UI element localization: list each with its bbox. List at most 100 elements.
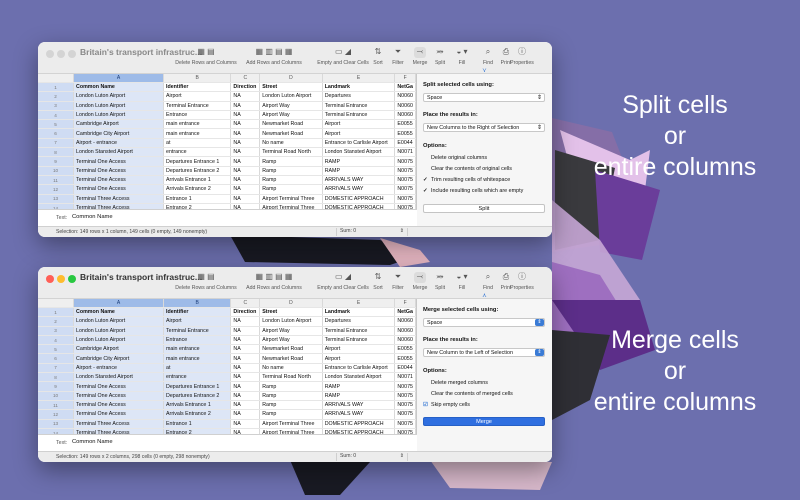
table-cell[interactable]: NA	[230, 363, 261, 374]
column-header-a[interactable]: A	[73, 299, 165, 308]
row-number[interactable]: 4	[38, 335, 75, 346]
column-header-c[interactable]: C	[230, 74, 261, 83]
checkbox-checked-icon[interactable]: ☑	[423, 402, 431, 408]
table-cell[interactable]: Ramp	[259, 381, 323, 392]
table-row[interactable]: 5 Cambridge Airport main entrance NA Newmark…	[38, 344, 416, 355]
close-button[interactable]	[46, 275, 54, 283]
row-number[interactable]: 7	[38, 138, 75, 149]
table-cell[interactable]: Airport	[163, 91, 232, 102]
table-cell[interactable]: NA	[230, 344, 261, 355]
table-cell[interactable]: Terminal Three Access	[73, 419, 165, 429]
corner-cell[interactable]	[38, 299, 75, 308]
option-delete-merged[interactable]: Delete merged columns	[423, 380, 488, 386]
table-cell[interactable]: N0075	[394, 409, 416, 420]
column-header-d[interactable]: D	[259, 299, 323, 308]
table-cell[interactable]: London Luton Airport	[73, 110, 165, 121]
row-number[interactable]: 6	[38, 353, 75, 364]
table-cell[interactable]: Airport Way	[259, 326, 323, 336]
table-cell[interactable]: Terminal One Access	[73, 400, 165, 411]
table-row[interactable]: 12 Terminal One Access Arrivals Entrance 2…	[38, 409, 416, 420]
table-row[interactable]: 10 Terminal One Access Departures Entrance…	[38, 166, 416, 176]
row-number[interactable]: 2	[38, 316, 75, 327]
table-cell[interactable]: Ramp	[259, 156, 323, 167]
table-cell[interactable]: Arrivals Entrance 1	[163, 400, 232, 411]
table-cell[interactable]: Common Name	[73, 307, 165, 318]
table-row[interactable]: 3 London Luton Airport Terminal Entrance NA…	[38, 101, 416, 111]
table-row[interactable]: 11 Terminal One Access Arrivals Entrance 1…	[38, 175, 416, 186]
table-cell[interactable]: E0055	[394, 128, 416, 139]
table-cell[interactable]: NA	[230, 156, 261, 167]
table-cell[interactable]: N0060	[394, 110, 416, 121]
checkmark-icon[interactable]: ✓	[423, 177, 431, 183]
table-cell[interactable]: Airport - entrance	[73, 363, 165, 374]
row-number[interactable]: 1	[38, 307, 75, 318]
table-cell[interactable]: E0055	[394, 344, 416, 355]
option-trim-whitespace[interactable]: ✓ Trim resulting cells of whitespace	[423, 177, 510, 183]
table-cell[interactable]: Landmark	[322, 82, 396, 93]
table-cell[interactable]: DOMESTIC APPROACH	[322, 419, 396, 429]
column-header-f[interactable]: F	[394, 299, 416, 308]
table-cell[interactable]: Ramp	[259, 166, 323, 176]
table-cell[interactable]: NetGa	[394, 82, 416, 93]
table-row[interactable]: 1 Common Name Identifier Direction Street Lan…	[38, 307, 416, 318]
toolbar-add-rows-and-columns-button[interactable]: ▦ ▥ ▤ ▦ Add Rows and Columns	[238, 272, 310, 298]
table-cell[interactable]: Street	[259, 307, 323, 318]
table-cell[interactable]: NA	[230, 326, 261, 336]
cell-text-field[interactable]: Common Name	[72, 214, 113, 220]
cell-text-field[interactable]: Common Name	[72, 439, 113, 445]
table-cell[interactable]: Arrivals Entrance 1	[163, 175, 232, 186]
table-cell[interactable]: Newmarket Road	[259, 119, 323, 130]
column-header-b[interactable]: B	[163, 299, 232, 308]
table-cell[interactable]: NA	[230, 147, 261, 158]
toolbar-delete-rows-and-columns-button[interactable]: ▦ ▤ Delete Rows and Columns	[175, 47, 236, 73]
table-cell[interactable]: Airport	[322, 128, 396, 139]
table-cell[interactable]: N0060	[394, 326, 416, 336]
table-cell[interactable]: Airport Way	[259, 101, 323, 111]
table-cell[interactable]: RAMP	[322, 166, 396, 176]
table-row[interactable]: 6 Cambridge City Airport main entrance NA Ne…	[38, 128, 416, 139]
table-cell[interactable]: London Stansted Airport	[322, 372, 396, 383]
zoom-button[interactable]	[68, 50, 76, 58]
table-cell[interactable]: Terminal Entrance	[163, 101, 232, 111]
table-cell[interactable]: Airport	[322, 119, 396, 130]
table-cell[interactable]: Direction	[230, 307, 261, 318]
table-cell[interactable]: Terminal Road North	[259, 372, 323, 383]
table-cell[interactable]: main entrance	[163, 344, 232, 355]
row-number[interactable]: 2	[38, 91, 75, 102]
table-cell[interactable]: Ramp	[259, 391, 323, 401]
row-number[interactable]: 9	[38, 156, 75, 167]
table-cell[interactable]: Entrance to Carlisle Airport	[322, 363, 396, 374]
row-number[interactable]: 1	[38, 82, 75, 93]
table-cell[interactable]: NA	[230, 110, 261, 121]
table-cell[interactable]: NA	[230, 184, 261, 195]
table-cell[interactable]: NA	[230, 400, 261, 411]
table-cell[interactable]: Arrivals Entrance 2	[163, 409, 232, 420]
table-cell[interactable]: Airport Terminal Three	[259, 419, 323, 429]
table-row[interactable]: 9 Terminal One Access Departures Entrance …	[38, 156, 416, 167]
table-cell[interactable]: ARRIVALS WAY	[322, 409, 396, 420]
table-row[interactable]: 11 Terminal One Access Arrivals Entrance 1…	[38, 400, 416, 411]
table-cell[interactable]: NA	[230, 381, 261, 392]
row-number[interactable]: 8	[38, 372, 75, 383]
table-cell[interactable]: Cambridge City Airport	[73, 353, 165, 364]
table-cell[interactable]: Departures Entrance 1	[163, 381, 232, 392]
table-cell[interactable]: main entrance	[163, 353, 232, 364]
toolbar-add-rows-and-columns-button[interactable]: ▦ ▥ ▤ ▦ Add Rows and Columns	[238, 47, 310, 73]
table-cell[interactable]: entrance	[163, 372, 232, 383]
row-number[interactable]: 11	[38, 175, 75, 186]
table-row[interactable]: 4 London Luton Airport Entrance NA Airport W…	[38, 335, 416, 346]
column-header-c[interactable]: C	[230, 299, 261, 308]
table-cell[interactable]: London Luton Airport	[259, 316, 323, 327]
option-clear-merged[interactable]: Clear the contents of merged cells	[423, 391, 513, 397]
row-number[interactable]: 4	[38, 110, 75, 121]
row-number[interactable]: 3	[38, 101, 75, 111]
table-cell[interactable]: NA	[230, 353, 261, 364]
table-cell[interactable]: at	[163, 138, 232, 149]
table-row[interactable]: 13 Terminal Three Access Entrance 1 NA Airpo…	[38, 194, 416, 204]
table-cell[interactable]: N0071	[394, 372, 416, 383]
table-cell[interactable]: NA	[230, 101, 261, 111]
table-cell[interactable]: main entrance	[163, 119, 232, 130]
column-header-e[interactable]: E	[322, 299, 396, 308]
table-cell[interactable]: Terminal Entrance	[322, 101, 396, 111]
table-cell[interactable]: NA	[230, 409, 261, 420]
